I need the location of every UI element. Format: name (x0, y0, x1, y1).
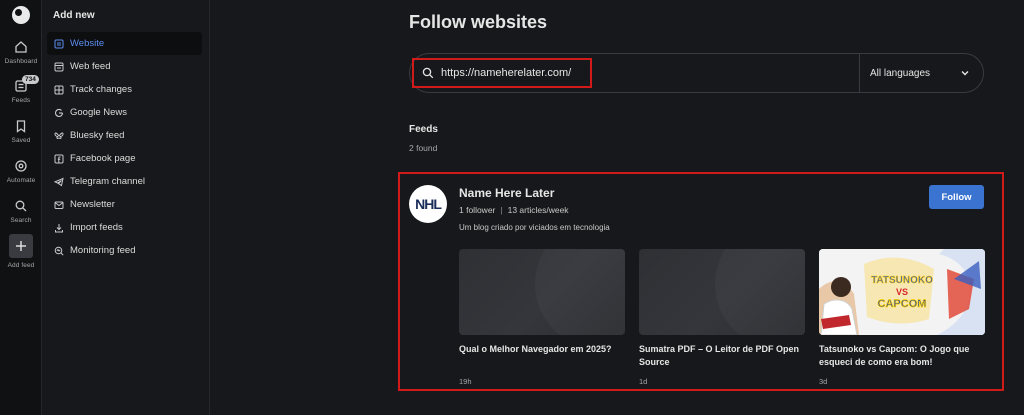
sidebar-item-label: Newsletter (70, 199, 115, 210)
article-thumbnail: TATSUNOKO VS CAPCOM (819, 249, 985, 335)
rail-search[interactable]: Search (0, 199, 42, 224)
feed-name[interactable]: Name Here Later (459, 186, 554, 200)
rail-feeds-label: Feeds (11, 97, 31, 104)
sidebar-item-label: Monitoring feed (70, 245, 136, 256)
sidebar-item-import-feeds[interactable]: Import feeds (47, 216, 202, 239)
sidebar-item-label: Import feeds (70, 222, 123, 233)
icon-rail: Dashboard 734 Feeds Saved Automate Searc… (0, 0, 42, 415)
add-new-menu: Website Web feed Track changes Google Ne… (47, 32, 202, 262)
sidebar-item-bluesky-feed[interactable]: Bluesky feed (47, 124, 202, 147)
article-thumbnail (459, 249, 625, 335)
game-logo-vs: VS (896, 287, 908, 297)
sidebar-item-label: Facebook page (70, 153, 136, 164)
article-card[interactable]: Qual o Melhor Navegador em 2025? 19h (459, 249, 625, 386)
rail-add-feed-label: Add feed (7, 262, 35, 269)
feed-card[interactable]: NHL Name Here Later 1 follower | 13 arti… (398, 172, 1004, 391)
website-icon (54, 39, 64, 48)
feed-description: Um blog criado por viciados em tecnologi… (459, 223, 610, 232)
language-select[interactable]: All languages (870, 54, 980, 92)
sidebar-item-label: Website (70, 38, 105, 49)
sidebar-item-website[interactable]: Website (47, 32, 202, 55)
article-card[interactable]: TATSUNOKO VS CAPCOM Tatsunoko vs Capcom:… (819, 249, 985, 386)
sidebar-item-newsletter[interactable]: Newsletter (47, 193, 202, 216)
automate-icon (15, 160, 27, 172)
add-new-sidebar: Add new Website Web feed Track changes G… (42, 0, 210, 415)
article-card[interactable]: Sumatra PDF – O Leitor de PDF Open Sourc… (639, 249, 805, 386)
rail-saved[interactable]: Saved (0, 119, 42, 144)
plus-icon (16, 241, 26, 251)
feed-logo-text: NHL (415, 196, 442, 212)
rail-automate-label: Automate (6, 177, 36, 184)
feed-followers: 1 follower (459, 205, 496, 215)
bluesky-icon (54, 131, 64, 139)
feeds-heading: Feeds (409, 124, 438, 135)
rail-add-feed[interactable]: Add feed (0, 234, 42, 269)
home-icon (15, 41, 27, 53)
track-changes-icon (54, 85, 64, 94)
rail-saved-label: Saved (11, 137, 31, 144)
google-icon (55, 108, 64, 117)
facebook-icon (54, 154, 64, 163)
search-icon (15, 200, 27, 212)
sidebar-item-label: Telegram channel (70, 176, 145, 187)
meta-separator: | (500, 205, 503, 215)
article-thumbnail (639, 249, 805, 335)
feed-logo: NHL (409, 185, 447, 223)
article-title: Sumatra PDF – O Leitor de PDF Open Sourc… (639, 344, 800, 367)
sidebar-item-web-feed[interactable]: Web feed (47, 55, 202, 78)
sidebar-item-track-changes[interactable]: Track changes (47, 78, 202, 101)
bookmark-icon (16, 120, 26, 133)
add-feed-button[interactable] (9, 234, 33, 258)
sidebar-item-label: Google News (70, 107, 128, 118)
search-input[interactable] (441, 67, 581, 79)
feeds-count: 2 found (409, 143, 438, 153)
rail-dashboard-label: Dashboard (4, 58, 38, 65)
feeds-count-badge: 734 (22, 75, 39, 84)
article-time: 1d (639, 377, 648, 386)
sidebar-title: Add new (53, 10, 95, 21)
rail-dashboard[interactable]: Dashboard (0, 40, 42, 65)
search-icon (422, 67, 434, 79)
article-title: Tatsunoko vs Capcom: O Jogo que esqueci … (819, 344, 970, 367)
article-time: 3d (819, 377, 828, 386)
sidebar-item-facebook-page[interactable]: Facebook page (47, 147, 202, 170)
search-input-highlight (412, 58, 592, 88)
rail-search-label: Search (10, 217, 32, 224)
search-divider (859, 54, 860, 92)
page-title: Follow websites (409, 12, 548, 32)
import-icon (55, 223, 63, 232)
newsletter-icon (54, 201, 64, 209)
sidebar-item-monitoring-feed[interactable]: Monitoring feed (47, 239, 202, 262)
feed-meta: 1 follower | 13 articles/week (459, 205, 569, 215)
article-time: 19h (459, 377, 472, 386)
article-title: Qual o Melhor Navegador em 2025? (459, 344, 612, 354)
monitoring-icon (54, 246, 64, 256)
app-window: Dashboard 734 Feeds Saved Automate Searc… (0, 0, 1024, 415)
sidebar-item-google-news[interactable]: Google News (47, 101, 202, 124)
sidebar-item-label: Bluesky feed (70, 130, 125, 141)
game-logo-text: TATSUNOKO (871, 275, 933, 286)
search-bar: All languages (409, 53, 984, 93)
chevron-down-icon (961, 71, 969, 76)
sidebar-item-telegram-channel[interactable]: Telegram channel (47, 170, 202, 193)
game-cover-image: TATSUNOKO VS CAPCOM (819, 249, 985, 335)
feed-articles-per-week: 13 articles/week (507, 205, 569, 215)
app-logo[interactable] (12, 6, 30, 24)
rss-icon (54, 62, 64, 71)
main-content: Follow websites All languages Feeds 2 fo… (210, 0, 1024, 415)
game-logo-capcom: CAPCOM (878, 298, 927, 310)
rail-automate[interactable]: Automate (0, 159, 42, 184)
rail-feeds[interactable]: 734 Feeds (0, 75, 42, 104)
sidebar-item-label: Web feed (70, 61, 111, 72)
language-select-value: All languages (870, 67, 931, 79)
telegram-icon (54, 177, 64, 186)
sidebar-item-label: Track changes (70, 84, 132, 95)
follow-button[interactable]: Follow (929, 185, 984, 209)
